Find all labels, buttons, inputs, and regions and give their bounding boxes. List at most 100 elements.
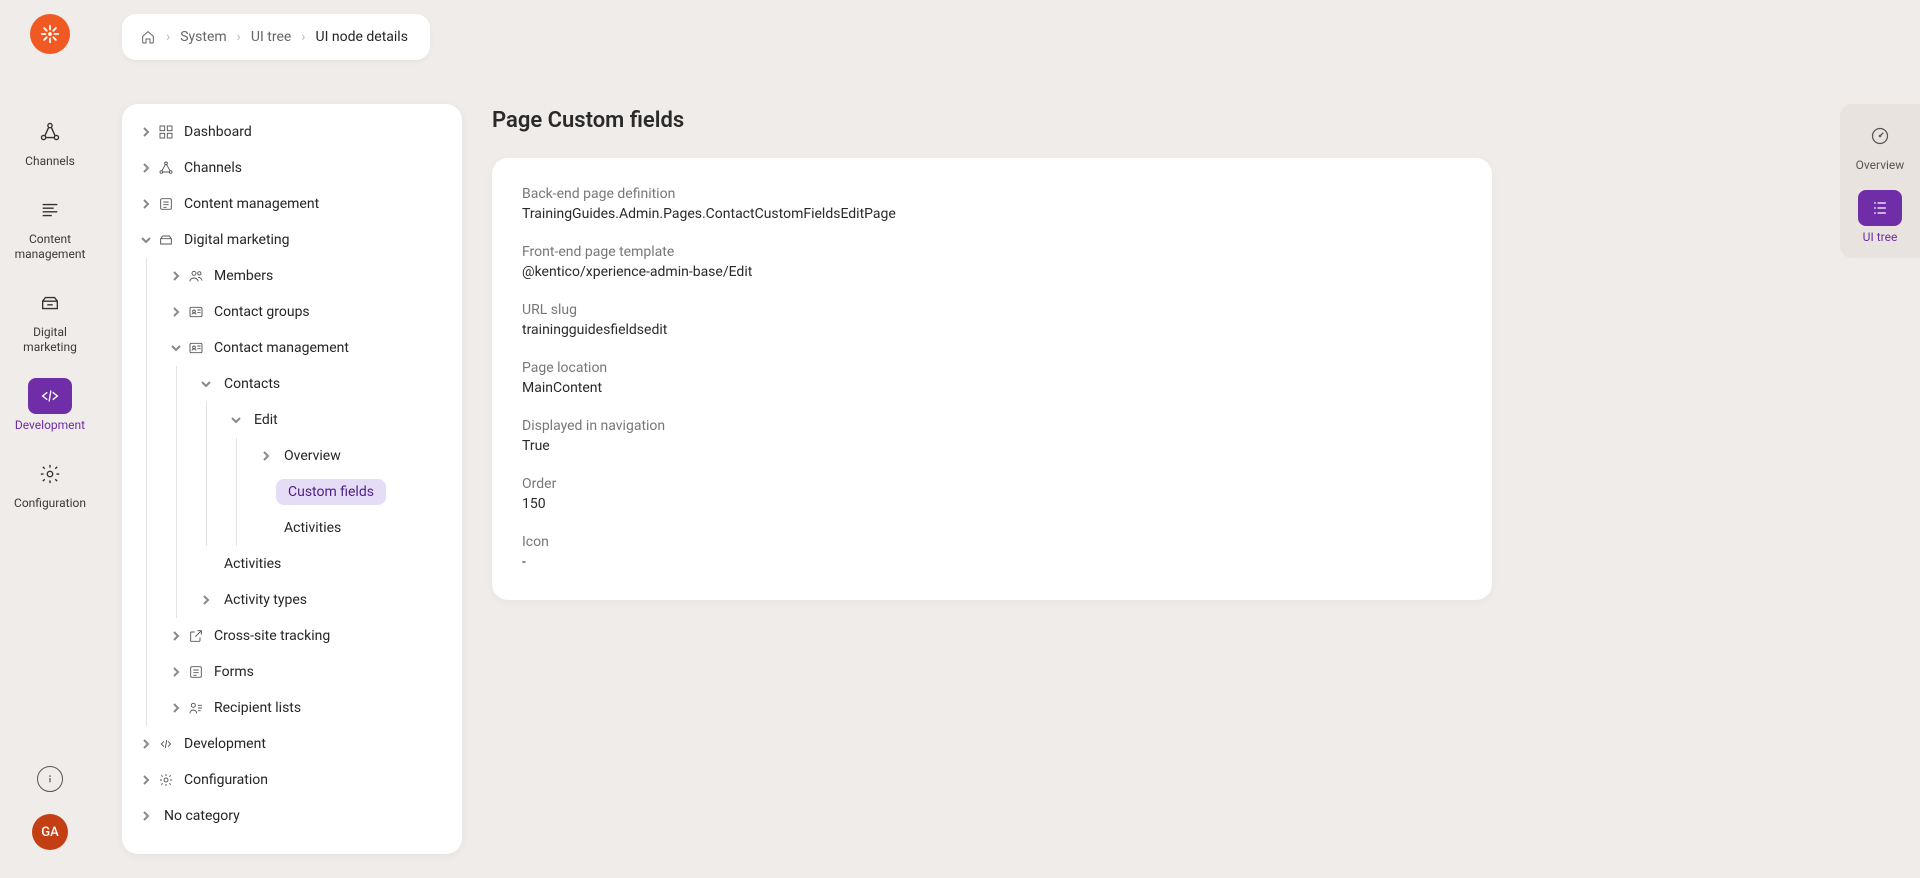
collapse-toggle[interactable] bbox=[166, 338, 186, 358]
expand-toggle[interactable] bbox=[136, 194, 156, 214]
gear-icon bbox=[39, 463, 61, 485]
channels-icon bbox=[156, 158, 176, 178]
tree-node-forms[interactable]: Forms bbox=[122, 654, 462, 690]
tree-node-label: Activity types bbox=[224, 592, 307, 608]
field-value: - bbox=[522, 554, 1462, 570]
tree-node-contact-groups[interactable]: Contact groups bbox=[122, 294, 462, 330]
breadcrumb-ui-tree[interactable]: UI tree bbox=[251, 29, 291, 45]
tree-node-overview[interactable]: Overview bbox=[122, 438, 462, 474]
page-title: Page Custom fields bbox=[492, 108, 684, 133]
breadcrumb-system[interactable]: System bbox=[180, 29, 226, 45]
brand-logo[interactable] bbox=[30, 14, 70, 54]
tree-node-label: Overview bbox=[284, 448, 341, 464]
tree-node-dashboard[interactable]: Dashboard bbox=[122, 114, 462, 150]
tree-node-label: Configuration bbox=[184, 772, 268, 788]
tree-node-label: Activities bbox=[284, 520, 341, 536]
field-value: TrainingGuides.Admin.Pages.ContactCustom… bbox=[522, 206, 1462, 222]
tree-node-label: Contact management bbox=[214, 340, 349, 356]
nav-content-management[interactable]: Content management bbox=[10, 182, 90, 275]
tree-node-label: Members bbox=[214, 268, 273, 284]
expand-toggle[interactable] bbox=[136, 770, 156, 790]
expand-toggle[interactable] bbox=[196, 590, 216, 610]
tree-node-label: Custom fields bbox=[276, 479, 386, 505]
field-value: True bbox=[522, 438, 1462, 454]
right-rail: Overview UI tree bbox=[1840, 104, 1920, 258]
external-link-icon bbox=[186, 626, 206, 646]
field-value: 150 bbox=[522, 496, 1462, 512]
expand-toggle[interactable] bbox=[166, 698, 186, 718]
code-icon bbox=[156, 734, 176, 754]
user-avatar[interactable]: GA bbox=[32, 814, 68, 850]
chevron-right-icon bbox=[170, 270, 182, 282]
digital-marketing-icon bbox=[156, 230, 176, 250]
left-nav-rail: Channels Content management Digital mark… bbox=[0, 0, 100, 878]
nav-configuration[interactable]: Configuration bbox=[10, 446, 90, 524]
expand-toggle[interactable] bbox=[136, 734, 156, 754]
nav-development[interactable]: Development bbox=[10, 368, 90, 446]
right-nav-ui-tree[interactable]: UI tree bbox=[1845, 190, 1915, 244]
tree-node-label: Contacts bbox=[224, 376, 280, 392]
right-nav-overview[interactable]: Overview bbox=[1845, 118, 1915, 172]
tree-node-label: Cross-site tracking bbox=[214, 628, 330, 644]
home-icon[interactable] bbox=[140, 29, 156, 45]
tree-node-label: Development bbox=[184, 736, 266, 752]
tree-node-members[interactable]: Members bbox=[122, 258, 462, 294]
tree-node-activities[interactable]: Activities bbox=[122, 546, 462, 582]
field-label: Back-end page definition bbox=[522, 186, 1462, 202]
tree-node-label: Digital marketing bbox=[184, 232, 290, 248]
tree-node-custom-fields[interactable]: Custom fields bbox=[122, 474, 462, 510]
tree-node-digital-marketing[interactable]: Digital marketing bbox=[122, 222, 462, 258]
expand-toggle[interactable] bbox=[166, 266, 186, 286]
expand-toggle[interactable] bbox=[166, 302, 186, 322]
members-icon bbox=[186, 266, 206, 286]
chevron-right-icon bbox=[140, 126, 152, 138]
field-page-location: Page location MainContent bbox=[522, 360, 1462, 396]
tree-node-edit[interactable]: Edit bbox=[122, 402, 462, 438]
tree-node-label: No category bbox=[164, 808, 240, 824]
tree-node-cross-site-tracking[interactable]: Cross-site tracking bbox=[122, 618, 462, 654]
chevron-right-icon bbox=[140, 774, 152, 786]
nav-channels[interactable]: Channels bbox=[10, 104, 90, 182]
field-backend-definition: Back-end page definition TrainingGuides.… bbox=[522, 186, 1462, 222]
collapse-toggle[interactable] bbox=[136, 230, 156, 250]
digital-marketing-icon bbox=[39, 292, 61, 314]
tree-node-label: Dashboard bbox=[184, 124, 252, 140]
tree-node-content-management[interactable]: Content management bbox=[122, 186, 462, 222]
expand-toggle[interactable] bbox=[136, 122, 156, 142]
recipient-lists-icon bbox=[186, 698, 206, 718]
tree-node-recipient-lists[interactable]: Recipient lists bbox=[122, 690, 462, 726]
chevron-right-icon bbox=[170, 306, 182, 318]
expand-toggle[interactable] bbox=[256, 446, 276, 466]
nav-configuration-label: Configuration bbox=[14, 496, 86, 510]
nav-digital-marketing[interactable]: Digital marketing bbox=[10, 275, 90, 368]
chevron-down-icon bbox=[140, 234, 152, 246]
expand-toggle[interactable] bbox=[136, 806, 156, 826]
expand-toggle[interactable] bbox=[166, 626, 186, 646]
tree-node-contacts[interactable]: Contacts bbox=[122, 366, 462, 402]
expand-toggle[interactable] bbox=[166, 662, 186, 682]
field-label: URL slug bbox=[522, 302, 1462, 318]
tree-node-channels[interactable]: Channels bbox=[122, 150, 462, 186]
field-displayed-in-navigation: Displayed in navigation True bbox=[522, 418, 1462, 454]
field-icon: Icon - bbox=[522, 534, 1462, 570]
channels-icon bbox=[39, 121, 61, 143]
collapse-toggle[interactable] bbox=[226, 410, 246, 430]
tree-node-no-category[interactable]: No category bbox=[122, 798, 462, 834]
tree-node-development[interactable]: Development bbox=[122, 726, 462, 762]
tree-node-activity-types[interactable]: Activity types bbox=[122, 582, 462, 618]
expand-toggle[interactable] bbox=[136, 158, 156, 178]
tree-node-contact-management[interactable]: Contact management bbox=[122, 330, 462, 366]
info-icon bbox=[43, 772, 57, 786]
breadcrumb-separator: › bbox=[301, 29, 305, 45]
ui-tree-panel: Dashboard Channels Content management Di… bbox=[122, 104, 462, 854]
field-order: Order 150 bbox=[522, 476, 1462, 512]
tree-node-configuration[interactable]: Configuration bbox=[122, 762, 462, 798]
dashboard-icon bbox=[156, 122, 176, 142]
tree-node-label: Activities bbox=[224, 556, 281, 572]
field-value: @kentico/xperience-admin-base/Edit bbox=[522, 264, 1462, 280]
collapse-toggle[interactable] bbox=[196, 374, 216, 394]
help-button[interactable] bbox=[37, 766, 63, 792]
chevron-right-icon bbox=[170, 666, 182, 678]
tree-node-label: Recipient lists bbox=[214, 700, 301, 716]
tree-node-activities-child[interactable]: Activities bbox=[122, 510, 462, 546]
